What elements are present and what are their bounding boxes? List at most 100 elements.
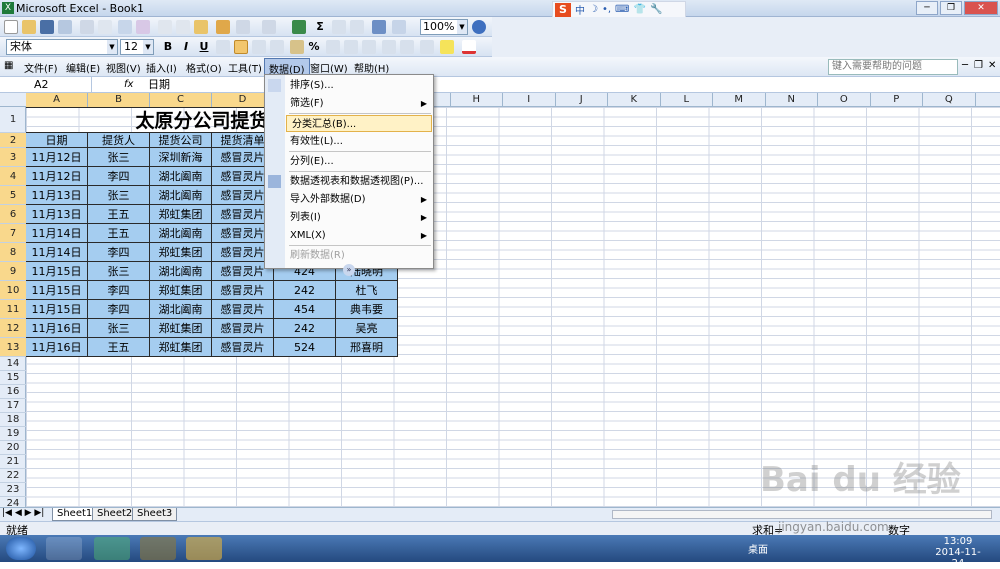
redo-icon[interactable] bbox=[262, 20, 276, 34]
row-header-1[interactable]: 1 bbox=[0, 107, 26, 133]
table-cell[interactable]: 典韦要 bbox=[336, 300, 398, 319]
row-header-10[interactable]: 10 bbox=[0, 281, 26, 300]
table-cell[interactable]: 湖北阖南 bbox=[150, 167, 212, 186]
table-cell[interactable]: 张三 bbox=[88, 148, 150, 167]
data-menu-item-8[interactable]: XML(X) ▶ bbox=[285, 227, 433, 244]
font-size-select[interactable]: 12 ▼ bbox=[120, 39, 154, 55]
table-cell[interactable]: 242 bbox=[274, 281, 336, 300]
data-menu-item-9[interactable]: 刷新数据(R) bbox=[285, 247, 433, 264]
table-cell[interactable]: 张三 bbox=[88, 319, 150, 338]
header-cell[interactable]: 提货人 bbox=[88, 133, 150, 148]
row-header-2[interactable]: 2 bbox=[0, 133, 26, 148]
row-header-6[interactable]: 6 bbox=[0, 205, 26, 224]
worksheet-grid[interactable]: 太原分公司提货记 日期 提货人 提货公司 提货清单 11月12日 张三 深圳新海 感冒灵片 11月… bbox=[26, 107, 1000, 507]
row-header-20[interactable]: 20 bbox=[0, 441, 26, 455]
header-cell[interactable]: 日期 bbox=[26, 133, 88, 148]
chevron-down-icon[interactable]: ▼ bbox=[457, 20, 467, 34]
table-cell[interactable]: 张三 bbox=[88, 186, 150, 205]
copy-icon[interactable] bbox=[176, 20, 190, 34]
tools-icon[interactable]: 🔧 bbox=[650, 4, 662, 15]
table-cell[interactable]: 吴亮 bbox=[336, 319, 398, 338]
borders-icon[interactable] bbox=[420, 40, 434, 54]
row-header-11[interactable]: 11 bbox=[0, 300, 26, 319]
table-cell[interactable]: 王五 bbox=[88, 205, 150, 224]
column-header-p[interactable]: P bbox=[871, 93, 923, 107]
app-taskbar-icon[interactable] bbox=[186, 537, 222, 560]
table-cell[interactable]: 王五 bbox=[88, 338, 150, 357]
image-taskbar-icon[interactable] bbox=[140, 537, 176, 560]
column-header-m[interactable]: M bbox=[713, 93, 766, 107]
align-right-icon[interactable] bbox=[252, 40, 266, 54]
table-cell[interactable]: 李四 bbox=[88, 167, 150, 186]
help-icon[interactable] bbox=[472, 20, 486, 34]
column-header-l[interactable]: L bbox=[661, 93, 713, 107]
table-cell[interactable]: 湖北阖南 bbox=[150, 262, 212, 281]
table-cell[interactable]: 11月15日 bbox=[26, 262, 88, 281]
column-header-a[interactable]: A bbox=[26, 93, 88, 107]
data-menu-item-3[interactable]: 有效性(L)... bbox=[285, 133, 433, 150]
expand-menu-icon[interactable]: » bbox=[343, 264, 355, 276]
increase-indent-icon[interactable] bbox=[400, 40, 414, 54]
align-center-icon[interactable] bbox=[234, 40, 248, 54]
restore-button[interactable]: ❐ bbox=[940, 1, 962, 15]
table-cell[interactable]: 454 bbox=[274, 300, 336, 319]
data-menu-item-1[interactable]: 筛选(F) ▶ bbox=[285, 95, 433, 112]
undo-icon[interactable] bbox=[236, 20, 250, 34]
column-header-h[interactable]: H bbox=[451, 93, 503, 107]
doc-restore-button[interactable]: ❐ bbox=[974, 60, 983, 71]
autosum-button[interactable]: Σ bbox=[312, 19, 328, 35]
menu-help[interactable]: 帮助(H) bbox=[354, 60, 389, 75]
table-cell[interactable]: 郑虹集团 bbox=[150, 338, 212, 357]
table-cell[interactable]: 张三 bbox=[88, 262, 150, 281]
tab-sheet2[interactable]: Sheet2 bbox=[92, 508, 138, 521]
table-cell[interactable]: 11月13日 bbox=[26, 205, 88, 224]
column-header-c[interactable]: C bbox=[150, 93, 212, 107]
excel-app-icon[interactable]: X bbox=[2, 2, 14, 14]
column-header-o[interactable]: O bbox=[818, 93, 871, 107]
column-header-n[interactable]: N bbox=[766, 93, 818, 107]
table-cell[interactable]: 感冒灵片 bbox=[212, 338, 274, 357]
drawing-icon[interactable] bbox=[392, 20, 406, 34]
column-header-i[interactable]: I bbox=[503, 93, 556, 107]
sort-ascending-icon[interactable] bbox=[332, 20, 346, 34]
currency-icon[interactable] bbox=[290, 40, 304, 54]
menu-window[interactable]: 窗口(W) bbox=[310, 60, 348, 75]
table-cell[interactable]: 11月15日 bbox=[26, 300, 88, 319]
row-header-3[interactable]: 3 bbox=[0, 148, 26, 167]
row-header-22[interactable]: 22 bbox=[0, 469, 26, 483]
row-header-18[interactable]: 18 bbox=[0, 413, 26, 427]
sheet-icon[interactable]: ▦ bbox=[4, 60, 13, 71]
row-header-17[interactable]: 17 bbox=[0, 399, 26, 413]
header-cell[interactable]: 提货公司 bbox=[150, 133, 212, 148]
fill-color-icon[interactable] bbox=[440, 40, 454, 54]
table-cell[interactable]: 郑虹集团 bbox=[150, 319, 212, 338]
table-cell[interactable]: 感冒灵片 bbox=[212, 281, 274, 300]
font-name-select[interactable]: 宋体 ▼ bbox=[6, 39, 118, 55]
table-cell[interactable]: 王五 bbox=[88, 224, 150, 243]
italic-button[interactable]: I bbox=[178, 39, 194, 55]
column-header-q[interactable]: Q bbox=[923, 93, 976, 107]
sort-descending-icon[interactable] bbox=[350, 20, 364, 34]
data-menu-item-2[interactable]: 分类汇总(B)... bbox=[286, 115, 432, 132]
table-cell[interactable]: 李四 bbox=[88, 281, 150, 300]
row-header-14[interactable]: 14 bbox=[0, 357, 26, 371]
excel-taskbar-icon[interactable] bbox=[94, 537, 130, 560]
open-icon[interactable] bbox=[22, 20, 36, 34]
hyperlink-icon[interactable] bbox=[292, 20, 306, 34]
keyboard-icon[interactable]: ⌨ bbox=[615, 4, 629, 15]
table-cell[interactable]: 242 bbox=[274, 319, 336, 338]
menu-file[interactable]: 文件(F) bbox=[24, 60, 58, 75]
table-cell[interactable]: 11月16日 bbox=[26, 319, 88, 338]
save-icon[interactable] bbox=[40, 20, 54, 34]
table-cell[interactable]: 湖北阖南 bbox=[150, 186, 212, 205]
ime-toolbar[interactable]: S 中 ☽ •, ⌨ 👕 🔧 bbox=[552, 1, 686, 18]
start-button[interactable] bbox=[6, 537, 36, 560]
menu-edit[interactable]: 编辑(E) bbox=[66, 60, 100, 75]
table-cell[interactable]: 11月12日 bbox=[26, 148, 88, 167]
decrease-decimal-icon[interactable] bbox=[362, 40, 376, 54]
row-header-9[interactable]: 9 bbox=[0, 262, 26, 281]
doc-minimize-button[interactable]: ─ bbox=[962, 60, 968, 71]
horizontal-scrollbar[interactable] bbox=[612, 510, 992, 519]
table-cell[interactable]: 湖北阖南 bbox=[150, 224, 212, 243]
doc-close-button[interactable]: ✕ bbox=[988, 60, 996, 71]
